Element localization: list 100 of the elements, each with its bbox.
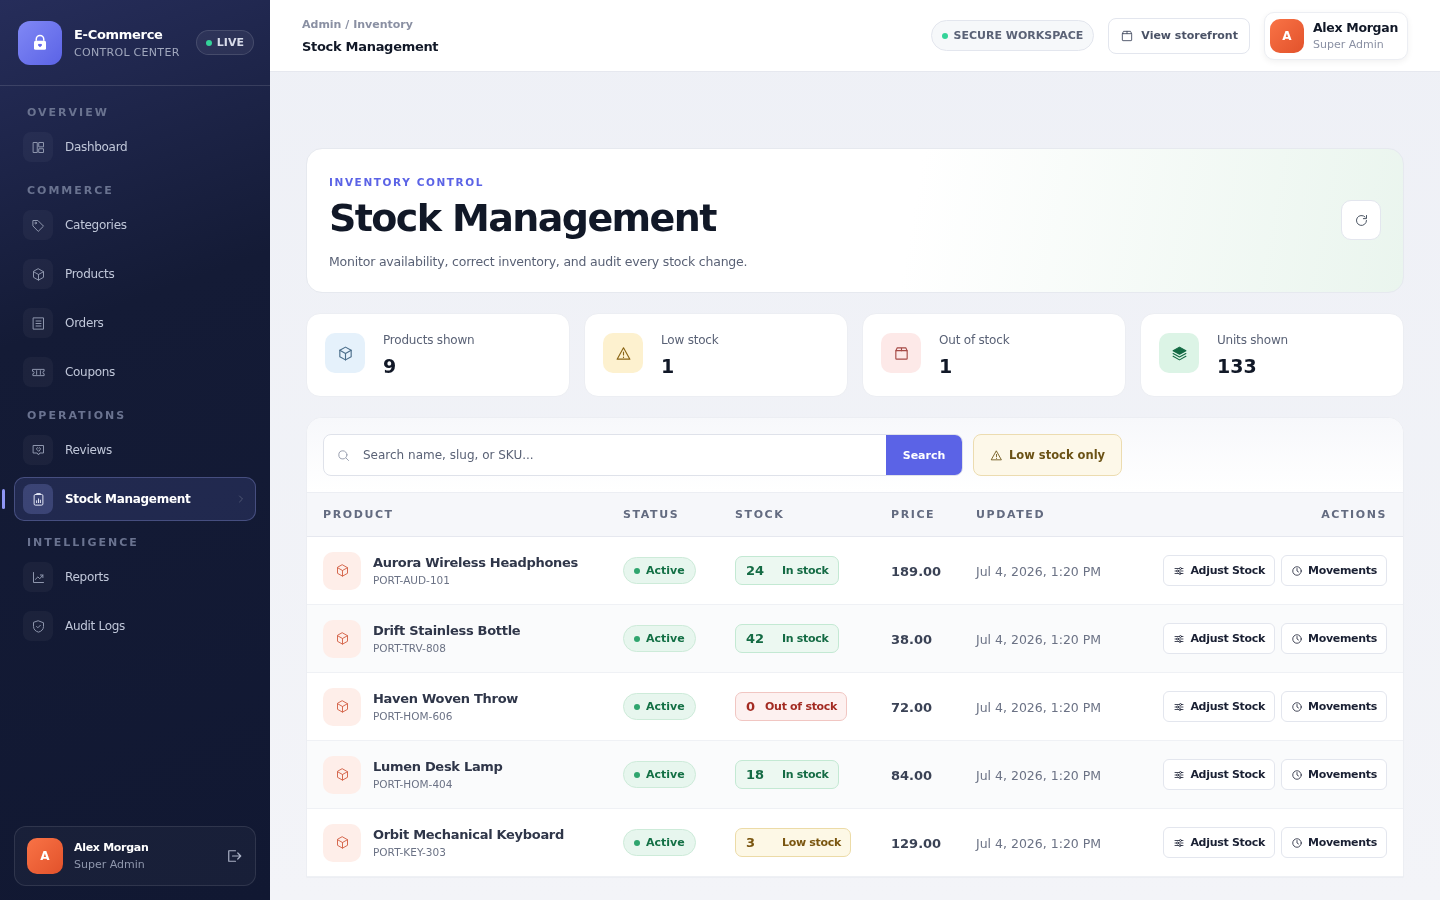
section-heading: INTELLIGENCE: [26, 535, 140, 551]
section-heading: OVERVIEW: [26, 105, 110, 121]
box-icon: [336, 344, 354, 362]
column-header: PRICE: [891, 508, 936, 521]
adjust-stock-button[interactable]: Adjust Stock: [1163, 827, 1275, 858]
status-badge: Active: [623, 557, 696, 584]
avatar: A: [1269, 18, 1304, 53]
user-menu[interactable]: A Alex Morgan Super Admin: [1263, 11, 1408, 60]
box-icon: [334, 563, 350, 578]
product-sku: PORT-HOM-404: [373, 778, 454, 790]
sliders-icon: [1173, 768, 1186, 781]
package-icon: [892, 344, 910, 362]
brand-subtitle: CONTROL CENTER: [74, 45, 181, 59]
box-icon: [334, 835, 350, 850]
sidebar-item[interactable]: Categories: [14, 203, 256, 247]
view-storefront-button[interactable]: View storefront: [1108, 17, 1250, 54]
box-icon: [334, 631, 350, 646]
stat-value: 133: [1217, 355, 1258, 377]
stat-label: Units shown: [1217, 333, 1288, 347]
status-badge: Active: [623, 625, 696, 652]
updated-date: Jul 4, 2026, 1:20 PM: [976, 768, 1102, 783]
user-name: Alex Morgan: [1312, 20, 1398, 35]
clock-icon: [1291, 564, 1303, 577]
movements-button[interactable]: Movements: [1281, 623, 1387, 654]
stat-label: Products shown: [383, 333, 475, 347]
adjust-stock-button[interactable]: Adjust Stock: [1163, 555, 1275, 586]
product-name: Aurora Wireless Headphones: [373, 555, 578, 570]
user-role: Super Admin: [74, 858, 146, 871]
movements-button[interactable]: Movements: [1281, 827, 1387, 858]
updated-date: Jul 4, 2026, 1:20 PM: [976, 564, 1102, 579]
adjust-stock-button[interactable]: Adjust Stock: [1163, 623, 1275, 654]
search-button[interactable]: Search: [886, 435, 962, 475]
workspace-badge: SECURE WORKSPACE: [930, 20, 1095, 51]
refresh-icon: [1353, 212, 1369, 228]
price: 38.00: [891, 632, 933, 647]
movements-button[interactable]: Movements: [1281, 555, 1387, 586]
section-heading: COMMERCE: [26, 183, 115, 199]
box-icon: [30, 266, 46, 282]
active-indicator: [2, 489, 5, 509]
column-header: STATUS: [623, 508, 680, 521]
brand-title: E-Commerce: [74, 26, 164, 42]
stat-label: Low stock: [661, 333, 719, 347]
stat-value: 1: [939, 355, 954, 377]
price: 189.00: [891, 564, 942, 579]
user-name: Alex Morgan: [74, 841, 150, 854]
user-role: Super Admin: [1312, 38, 1385, 51]
stock-badge: 3 Low stock: [735, 828, 852, 857]
sidebar-item[interactable]: Dashboard: [14, 125, 256, 169]
sidebar-item[interactable]: Audit Logs: [14, 604, 256, 648]
movements-button[interactable]: Movements: [1281, 759, 1387, 790]
tag-icon: [30, 217, 46, 233]
updated-date: Jul 4, 2026, 1:20 PM: [976, 700, 1102, 715]
sidebar-item[interactable]: Orders: [14, 301, 256, 345]
logout-icon[interactable]: [225, 847, 243, 865]
stock-badge: 42 In stock: [735, 624, 839, 653]
status-badge: Active: [623, 761, 696, 788]
product-name: Orbit Mechanical Keyboard: [373, 827, 564, 842]
stat-label: Out of stock: [939, 333, 1010, 347]
page-title: Stock Management: [302, 38, 439, 54]
column-header: UPDATED: [976, 508, 1046, 521]
clock-icon: [1291, 768, 1303, 781]
sidebar-item[interactable]: Reviews: [14, 428, 256, 472]
sliders-icon: [1173, 700, 1186, 713]
sidebar-item[interactable]: Reports: [14, 555, 256, 599]
receipt-icon: [30, 315, 46, 331]
sidebar-item[interactable]: Stock Management: [14, 477, 256, 521]
status-badge: Active: [623, 829, 696, 856]
hero-description: Monitor availability, correct inventory, and audit every stock change.: [329, 253, 748, 269]
search-field[interactable]: Search name, slug, or SKU... Search: [323, 434, 963, 476]
stat-value: 1: [661, 355, 676, 377]
clock-icon: [1291, 700, 1303, 713]
adjust-stock-button[interactable]: Adjust Stock: [1163, 691, 1275, 722]
shield-icon: [30, 618, 46, 634]
stock-badge: 24 In stock: [735, 556, 839, 585]
breadcrumb: Admin / Inventory: [302, 17, 414, 31]
search-icon: [336, 447, 351, 463]
adjust-stock-button[interactable]: Adjust Stock: [1163, 759, 1275, 790]
product-sku: PORT-KEY-303: [373, 846, 447, 858]
column-header: ACTIONS: [1321, 508, 1387, 521]
chat-icon: [30, 442, 46, 458]
sidebar-item[interactable]: Coupons: [14, 350, 256, 394]
sidebar-item[interactable]: Products: [14, 252, 256, 296]
layout-icon: [30, 139, 46, 155]
product-name: Haven Woven Throw: [373, 691, 518, 706]
live-badge: LIVE: [195, 30, 254, 55]
section-heading: OPERATIONS: [26, 408, 128, 424]
box-icon: [334, 767, 350, 782]
clock-icon: [1291, 836, 1303, 849]
updated-date: Jul 4, 2026, 1:20 PM: [976, 836, 1102, 851]
sliders-icon: [1173, 632, 1186, 645]
price: 129.00: [891, 836, 942, 851]
box-icon: [334, 699, 350, 714]
clipboard-chart-icon: [30, 491, 46, 507]
updated-date: Jul 4, 2026, 1:20 PM: [976, 632, 1102, 647]
movements-button[interactable]: Movements: [1281, 691, 1387, 722]
warning-icon: [614, 344, 632, 362]
avatar: A: [27, 838, 63, 874]
low-stock-filter-button[interactable]: Low stock only: [973, 434, 1123, 476]
chart-icon: [30, 569, 46, 585]
clock-icon: [1291, 632, 1303, 645]
